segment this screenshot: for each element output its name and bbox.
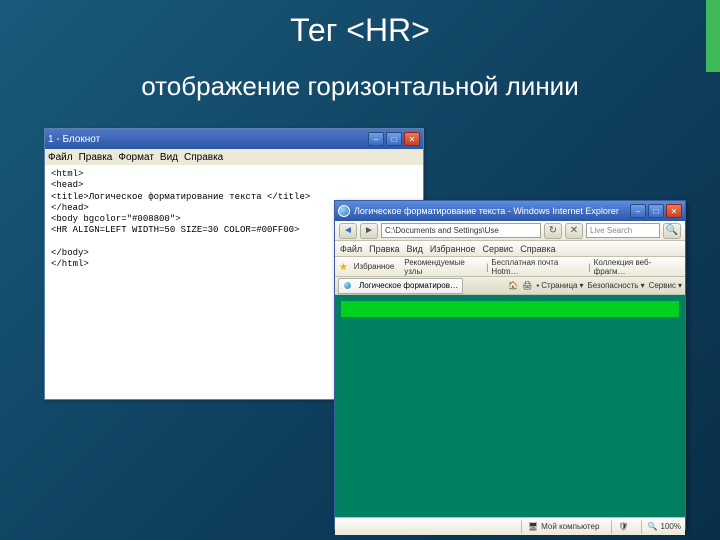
refresh-button[interactable]: ↻ xyxy=(544,223,562,239)
search-icon[interactable]: 🔍 xyxy=(663,223,681,239)
star-icon[interactable]: ★ xyxy=(339,262,349,272)
slide-subtitle: отображение горизонтальной линии xyxy=(0,71,720,102)
ie-icon xyxy=(338,205,350,217)
computer-icon: 🖥 xyxy=(528,522,538,531)
tab-page[interactable]: Логическое форматиров… xyxy=(338,278,463,294)
menu-view[interactable]: Вид xyxy=(407,244,423,254)
minimize-button[interactable]: ‒ xyxy=(630,204,646,218)
search-placeholder: Live Search xyxy=(590,226,632,235)
menu-format[interactable]: Формат xyxy=(118,152,154,163)
tab-label: Логическое форматиров… xyxy=(359,281,458,290)
ie-tab-row: Логическое форматиров… 🏠 🖨 ▪ Страница ▾ … xyxy=(335,277,685,295)
notepad-title: 1 - Блокнот xyxy=(48,134,100,145)
slide-title: Тег <HR> xyxy=(0,0,720,49)
menu-tools[interactable]: Сервис xyxy=(482,244,513,254)
menu-view[interactable]: Вид xyxy=(160,152,178,163)
ie-address-row: ◄ ► C:\Documents and Settings\Use ↻ ✕ Li… xyxy=(335,221,685,241)
back-button[interactable]: ◄ xyxy=(339,223,357,239)
status-protected[interactable]: 🛡 xyxy=(611,520,628,534)
home-icon[interactable]: 🏠 xyxy=(508,281,518,290)
page-icon xyxy=(343,281,352,290)
print-icon[interactable]: 🖨 xyxy=(522,281,532,290)
notepad-window-controls: ‒ □ ✕ xyxy=(368,132,420,146)
maximize-button[interactable]: □ xyxy=(386,132,402,146)
minimize-button[interactable]: ‒ xyxy=(368,132,384,146)
menu-edit[interactable]: Правка xyxy=(79,152,113,163)
status-zoom[interactable]: 🔍 100% xyxy=(641,520,681,534)
ie-title: Логическое форматирование текста - Windo… xyxy=(354,206,619,216)
ie-favorites-row: ★ Избранное Рекомендуемые узлы | Бесплат… xyxy=(335,257,685,277)
notepad-menubar: Файл Правка Формат Вид Справка xyxy=(45,149,423,165)
hr-rendered xyxy=(341,301,679,317)
ie-window: Логическое форматирование текста - Windo… xyxy=(334,200,686,530)
menu-file[interactable]: Файл xyxy=(48,152,73,163)
toolbar-page[interactable]: ▪ Страница ▾ xyxy=(536,281,583,290)
ie-statusbar: 🖥 Мой компьютер 🛡 🔍 100% xyxy=(335,517,685,535)
workspace: 1 - Блокнот ‒ □ ✕ Файл Правка Формат Вид… xyxy=(44,128,684,528)
ie-content-area xyxy=(335,295,685,517)
close-button[interactable]: ✕ xyxy=(666,204,682,218)
search-box[interactable]: Live Search xyxy=(586,223,660,238)
fav-item[interactable]: Бесплатная почта Hotm… xyxy=(491,258,585,276)
status-zone: 🖥 Мой компьютер xyxy=(521,520,599,534)
address-text: C:\Documents and Settings\Use xyxy=(385,226,499,235)
forward-button[interactable]: ► xyxy=(360,223,378,239)
notepad-titlebar[interactable]: 1 - Блокнот ‒ □ ✕ xyxy=(45,129,423,149)
slide-accent xyxy=(706,0,720,72)
fav-item[interactable]: Коллекция веб-фрагм… xyxy=(594,258,681,276)
shield-icon: 🛡 xyxy=(618,522,628,531)
maximize-button[interactable]: □ xyxy=(648,204,664,218)
stop-button[interactable]: ✕ xyxy=(565,223,583,239)
menu-file[interactable]: Файл xyxy=(340,244,362,254)
toolbar-service[interactable]: Сервис ▾ xyxy=(649,281,682,290)
menu-help[interactable]: Справка xyxy=(520,244,555,254)
toolbar-security[interactable]: Безопасность ▾ xyxy=(588,281,645,290)
close-button[interactable]: ✕ xyxy=(404,132,420,146)
menu-favorites[interactable]: Избранное xyxy=(430,244,476,254)
zoom-icon: 🔍 xyxy=(648,522,658,531)
menu-help[interactable]: Справка xyxy=(184,152,223,163)
favorites-label[interactable]: Избранное xyxy=(354,262,395,271)
ie-menubar: Файл Правка Вид Избранное Сервис Справка xyxy=(335,241,685,257)
fav-item[interactable]: Рекомендуемые узлы xyxy=(404,258,483,276)
menu-edit[interactable]: Правка xyxy=(369,244,399,254)
ie-titlebar[interactable]: Логическое форматирование текста - Windo… xyxy=(335,201,685,221)
address-bar[interactable]: C:\Documents and Settings\Use xyxy=(381,223,541,238)
ie-toolbar-right: 🏠 🖨 ▪ Страница ▾ Безопасность ▾ Сервис ▾ xyxy=(508,281,682,290)
ie-window-controls: ‒ □ ✕ xyxy=(630,204,682,218)
